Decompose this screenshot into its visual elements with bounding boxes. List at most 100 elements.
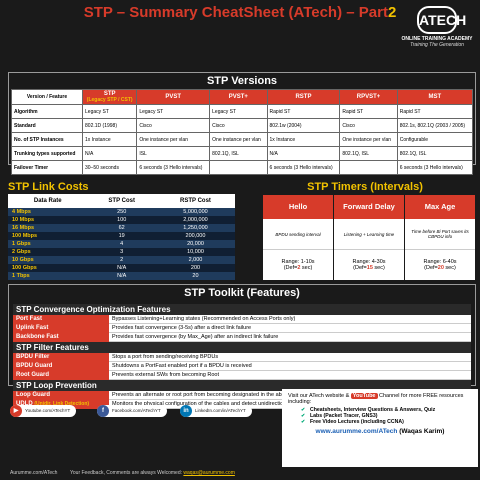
- table-row: Failover Timer 30–50 seconds 6 seconds (…: [10, 160, 474, 175]
- table-cell: 6 seconds (3 Hello intervals): [396, 160, 474, 175]
- stp-cost: 3: [87, 248, 156, 256]
- timer-value: Range: 1-10s (Def=2 sec): [263, 249, 333, 280]
- data-rate: 100 Gbps: [8, 264, 88, 272]
- table-cell: 802.1D (1998): [82, 118, 138, 133]
- versions-table: Version / Feature STP (Legacy STP / CST) …: [10, 89, 474, 175]
- stp-cost: 4: [87, 240, 156, 248]
- promo-list: Cheatsheets, Interview Questions & Answe…: [282, 407, 478, 425]
- table-cell: One instance per vlan: [209, 132, 268, 147]
- facebook-link[interactable]: f Facebook.com/ATechYT: [97, 405, 167, 417]
- youtube-badge: YouTube: [350, 393, 378, 399]
- table-cell: Cisco: [136, 118, 211, 133]
- row-label: Trunking types supported: [10, 146, 84, 161]
- table-row: 2 Gbps 3 10,000: [8, 248, 235, 256]
- toolkit-row: Root Guard Prevents external SWs from bec…: [13, 371, 471, 380]
- rstp-cost: 5,000,000: [155, 208, 235, 216]
- table-cell: 802.1w (2004): [266, 118, 341, 133]
- rstp-cost: 2,000,000: [155, 216, 235, 224]
- toolkit-section-header: STP Filter Features: [13, 342, 471, 353]
- feature-name: Backbone Fast: [13, 333, 109, 342]
- timers-title: STP Timers (Intervals): [307, 181, 423, 193]
- youtube-link[interactable]: ▶ Youtube.com/ATechYT: [10, 405, 77, 417]
- table-row: 1 Gbps 4 20,000: [8, 240, 235, 248]
- site-link[interactable]: Aurumme.com/ATech: [10, 470, 57, 476]
- versions-col-header: STP (Legacy STP / CST): [82, 89, 138, 105]
- row-label: Standard: [10, 118, 84, 133]
- versions-title: STP Versions: [206, 75, 278, 87]
- table-cell: 802.1Q, ISL: [209, 146, 268, 161]
- linkedin-icon: in: [180, 405, 192, 417]
- toolkit-title: STP Toolkit (Features): [184, 287, 300, 299]
- stp-cost: 62: [87, 224, 156, 232]
- table-cell: 802.1Q, ISL: [339, 146, 398, 161]
- table-cell: Cisco: [339, 118, 398, 133]
- table-cell: Legacy ST: [136, 104, 211, 119]
- list-item: Free Video Lectures (including CCNA): [301, 419, 478, 425]
- stp-cost: N/A: [87, 272, 156, 280]
- feature-name: BPDU Filter: [13, 353, 109, 362]
- table-row: 1 Tbps N/A 20: [8, 272, 235, 280]
- table-cell: Legacy ST: [209, 104, 268, 119]
- table-cell: One instance per vlan: [339, 132, 398, 147]
- table-row: 10 Mbps 100 2,000,000: [8, 216, 235, 224]
- costs-panel: Data Rate STP Cost RSTP Cost 4 Mbps 250 5,…: [8, 194, 235, 280]
- timer-hello: Hello BPDU sending interval Range: 1-10s…: [263, 195, 333, 281]
- toolkit-row: BPDU Filter Stops a port from sending/rec…: [13, 353, 471, 362]
- table-cell: Configurable: [396, 132, 474, 147]
- timer-max-age: Max Age Time before Bi Port saves its CB…: [405, 195, 475, 281]
- feedback-email[interactable]: waqas@aurumme.com: [183, 470, 234, 476]
- data-rate: 100 Mbps: [8, 232, 88, 240]
- costs-col-header: Data Rate: [8, 194, 88, 208]
- stp-cost: 19: [87, 232, 156, 240]
- feature-desc: Stops a port from sending/receiving BPDU…: [109, 353, 471, 362]
- table-row: Trunking types supported N/A ISL 802.1Q,…: [10, 146, 474, 161]
- table-cell: 802.1s, 802.1Q (2003 / 2005): [396, 118, 474, 133]
- toolkit-section-header: STP Convergence Optimization Features: [13, 304, 471, 315]
- rstp-cost: 10,000: [155, 248, 235, 256]
- facebook-icon: f: [97, 405, 109, 417]
- table-cell: Rapid ST: [266, 104, 341, 119]
- table-row: Standard 802.1D (1998) Cisco Cisco 802.1…: [10, 118, 474, 133]
- costs-col-header: STP Cost: [87, 194, 156, 208]
- versions-col-header: RPVST+: [339, 89, 398, 105]
- timer-forward-delay: Forward Delay Listening + Learning time …: [334, 195, 404, 281]
- toolkit-row: Backbone Fast Provides fast convergence (…: [13, 333, 471, 342]
- versions-panel: STP Versions Version / Feature STP (Legac…: [8, 72, 476, 175]
- feature-name: BPDU Guard: [13, 362, 109, 371]
- feature-desc: Shutdowns a PortFast enabled port if a B…: [109, 362, 471, 371]
- table-cell: 30–50 seconds: [82, 160, 138, 175]
- feature-name: Uplink Fast: [13, 324, 109, 333]
- timer-value: Range: 4-30s (Def=15 sec): [334, 249, 404, 280]
- row-label: Algorithm: [10, 104, 84, 119]
- table-cell: 6 seconds (3 Hello intervals): [136, 160, 211, 175]
- rstp-cost: 2,000: [155, 256, 235, 264]
- feature-desc: Provides fast convergence (3-5s) after a…: [109, 324, 471, 333]
- table-cell: Rapid ST: [396, 104, 474, 119]
- row-label: No. of STP Instances: [10, 132, 84, 147]
- logo-mark: ATECH: [417, 6, 466, 34]
- table-cell: One instance per vlan: [136, 132, 211, 147]
- table-row: Algorithm Legacy ST Legacy ST Legacy ST …: [10, 104, 474, 119]
- costs-title: STP Link Costs: [8, 181, 89, 193]
- table-cell: Legacy ST: [82, 104, 138, 119]
- table-cell: 802.1Q, ISL: [396, 146, 474, 161]
- timer-value: Range: 6-40s (Def=20 sec): [405, 249, 475, 280]
- promo-box: Visit our ATech website & YouTube Channe…: [282, 389, 478, 467]
- data-rate: 10 Mbps: [8, 216, 88, 224]
- timer-name: Forward Delay: [334, 195, 404, 219]
- table-row: 4 Mbps 250 5,000,000: [8, 208, 235, 216]
- data-rate: 10 Gbps: [8, 256, 88, 264]
- promo-url[interactable]: www.aurumme.com/ATech: [316, 428, 398, 435]
- toolkit-row: Uplink Fast Provides fast convergence (3-…: [13, 324, 471, 333]
- table-cell: [339, 160, 398, 175]
- versions-col-header: Version / Feature: [10, 89, 84, 105]
- timers-panel: Hello BPDU sending interval Range: 1-10s…: [263, 195, 475, 281]
- table-cell: [209, 160, 268, 175]
- timer-name: Hello: [263, 195, 333, 219]
- linkedin-link[interactable]: in LinkedIn.com/in/ATechYT: [180, 405, 252, 417]
- data-rate: 4 Mbps: [8, 208, 88, 216]
- table-row: 16 Mbps 62 1,250,000: [8, 224, 235, 232]
- feature-desc: Provides fast convergence (by Max_Age) a…: [109, 333, 471, 342]
- youtube-icon: ▶: [10, 405, 22, 417]
- row-label: Failover Timer: [10, 160, 84, 175]
